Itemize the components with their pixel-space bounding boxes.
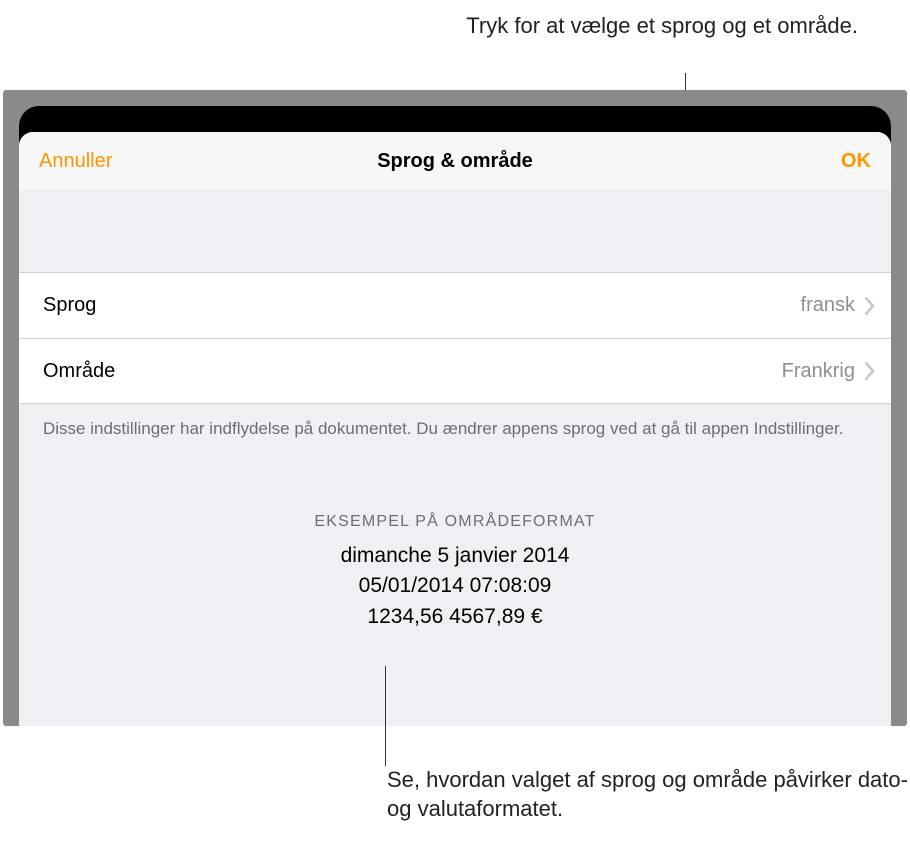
device-frame: Annuller Sprog & område OK Sprog fransk bbox=[3, 90, 907, 726]
region-label: Område bbox=[43, 360, 115, 383]
callout-bottom-text: Se, hvordan valget af sprog og område på… bbox=[387, 766, 910, 823]
device-inner: Annuller Sprog & område OK Sprog fransk bbox=[19, 106, 891, 726]
language-value: fransk bbox=[801, 294, 855, 317]
cancel-button[interactable]: Annuller bbox=[39, 150, 112, 173]
settings-sheet: Annuller Sprog & område OK Sprog fransk bbox=[19, 132, 891, 726]
region-value: Frankrig bbox=[782, 360, 855, 383]
sheet-header: Annuller Sprog & område OK bbox=[19, 132, 891, 190]
footer-note: Disse indstillinger har indflydelse på d… bbox=[19, 404, 891, 441]
sheet-title: Sprog & område bbox=[377, 150, 533, 173]
example-date-long: dimanche 5 janvier 2014 bbox=[19, 541, 891, 571]
ok-button[interactable]: OK bbox=[841, 150, 871, 173]
example-header: EKSEMPEL PÅ OMRÅDEFORMAT bbox=[19, 513, 891, 531]
chevron-right-icon bbox=[865, 362, 875, 380]
example-section: EKSEMPEL PÅ OMRÅDEFORMAT dimanche 5 janv… bbox=[19, 513, 891, 632]
language-label: Sprog bbox=[43, 294, 96, 317]
example-date-time: 05/01/2014 07:08:09 bbox=[19, 571, 891, 601]
language-row[interactable]: Sprog fransk bbox=[19, 273, 891, 338]
chevron-right-icon bbox=[865, 297, 875, 315]
callout-top-text: Tryk for at vælge et sprog og et område. bbox=[466, 12, 858, 41]
settings-list: Sprog fransk Område Frankrig bbox=[19, 272, 891, 404]
callout-leader-bottom bbox=[385, 666, 386, 766]
example-numbers-currency: 1234,56 4567,89 € bbox=[19, 602, 891, 632]
region-row[interactable]: Område Frankrig bbox=[19, 338, 891, 403]
